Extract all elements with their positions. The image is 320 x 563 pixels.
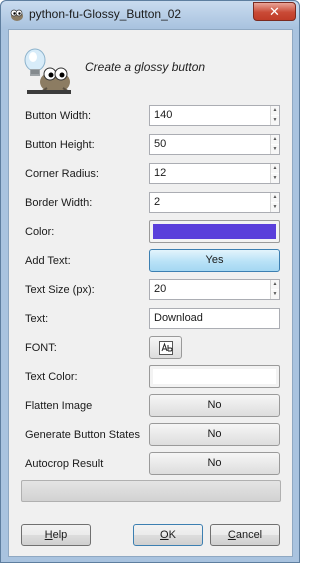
cancel-button[interactable]: Cancel — [210, 524, 280, 546]
text-field[interactable]: Download — [149, 308, 280, 329]
border-width-label: Border Width: — [25, 197, 93, 209]
add-text-toggle[interactable]: Yes — [149, 249, 280, 272]
corner-radius-stepper: ▲ ▼ — [270, 164, 279, 183]
text-size-stepper: ▲ ▼ — [270, 280, 279, 299]
spin-down-icon[interactable]: ▼ — [271, 290, 279, 299]
spin-down-icon[interactable]: ▼ — [271, 203, 279, 212]
generate-button-states-label: Generate Button States — [25, 429, 140, 441]
spin-up-icon[interactable]: ▲ — [271, 106, 279, 115]
button-width-spinner[interactable]: 140 ▲ ▼ — [149, 105, 280, 126]
spin-up-icon[interactable]: ▲ — [271, 164, 279, 173]
button-height-value[interactable]: 50 — [154, 138, 166, 150]
dialog-window: python-fu-Glossy_Button_02 ✕ Create a gl… — [0, 0, 300, 563]
text-size-value[interactable]: 20 — [154, 283, 166, 295]
spin-down-icon[interactable]: ▼ — [271, 174, 279, 183]
ok-mnemonic: O — [160, 529, 169, 541]
gimp-app-icon — [10, 9, 23, 21]
corner-radius-value[interactable]: 12 — [154, 167, 166, 179]
help-label: elp — [52, 529, 68, 541]
color-label: Color: — [25, 226, 55, 238]
gimp-wilber-lightbulb-icon — [24, 48, 71, 94]
flatten-image-label: Flatten Image — [25, 400, 93, 412]
text-color-picker-button[interactable] — [149, 365, 280, 388]
button-width-stepper: ▲ ▼ — [270, 106, 279, 125]
generate-button-states-toggle[interactable]: No — [149, 423, 280, 446]
text-color-label: Text Color: — [25, 371, 78, 383]
spin-down-icon[interactable]: ▼ — [271, 145, 279, 154]
dialog-description: Create a glossy button — [85, 60, 206, 74]
flatten-image-toggle[interactable]: No — [149, 394, 280, 417]
border-width-value[interactable]: 2 — [154, 196, 160, 208]
button-height-stepper: ▲ ▼ — [270, 135, 279, 154]
ok-button[interactable]: OK — [133, 524, 203, 546]
spin-down-icon[interactable]: ▼ — [271, 116, 279, 125]
button-height-spinner[interactable]: 50 ▲ ▼ — [149, 134, 280, 155]
dialog-body: Create a glossy button Button Width: 140… — [8, 29, 293, 557]
text-size-label: Text Size (px): — [25, 284, 95, 296]
help-mnemonic: H — [44, 529, 53, 541]
text-color-swatch — [153, 369, 276, 384]
autocrop-result-toggle[interactable]: No — [149, 452, 280, 475]
autocrop-result-label: Autocrop Result — [25, 458, 104, 470]
spin-up-icon[interactable]: ▲ — [271, 280, 279, 289]
spin-up-icon[interactable]: ▲ — [271, 135, 279, 144]
spin-up-icon[interactable]: ▲ — [271, 193, 279, 202]
font-label: FONT: — [25, 342, 57, 354]
window-title: python-fu-Glossy_Button_02 — [29, 7, 182, 21]
font-chooser-button[interactable] — [149, 336, 182, 359]
help-button[interactable]: Help — [21, 524, 91, 546]
close-button[interactable]: ✕ — [253, 2, 296, 21]
cancel-mnemonic: C — [227, 529, 236, 541]
close-icon: ✕ — [269, 4, 280, 19]
text-label: Text: — [25, 313, 49, 325]
text-size-spinner[interactable]: 20 ▲ ▼ — [149, 279, 280, 300]
border-width-spinner[interactable]: 2 ▲ ▼ — [149, 192, 280, 213]
button-height-label: Button Height: — [25, 139, 95, 151]
button-width-value[interactable]: 140 — [154, 109, 172, 121]
ok-label: K — [168, 529, 176, 541]
progress-bar — [21, 480, 281, 502]
color-picker-button[interactable] — [149, 220, 280, 243]
border-width-stepper: ▲ ▼ — [270, 193, 279, 212]
font-chooser-icon — [159, 341, 173, 355]
corner-radius-label: Corner Radius: — [25, 168, 99, 180]
corner-radius-spinner[interactable]: 12 ▲ ▼ — [149, 163, 280, 184]
title-bar[interactable]: python-fu-Glossy_Button_02 ✕ — [1, 1, 299, 28]
button-width-label: Button Width: — [25, 110, 92, 122]
cancel-label: ancel — [235, 529, 263, 541]
add-text-label: Add Text: — [25, 255, 71, 267]
color-swatch — [153, 224, 276, 239]
